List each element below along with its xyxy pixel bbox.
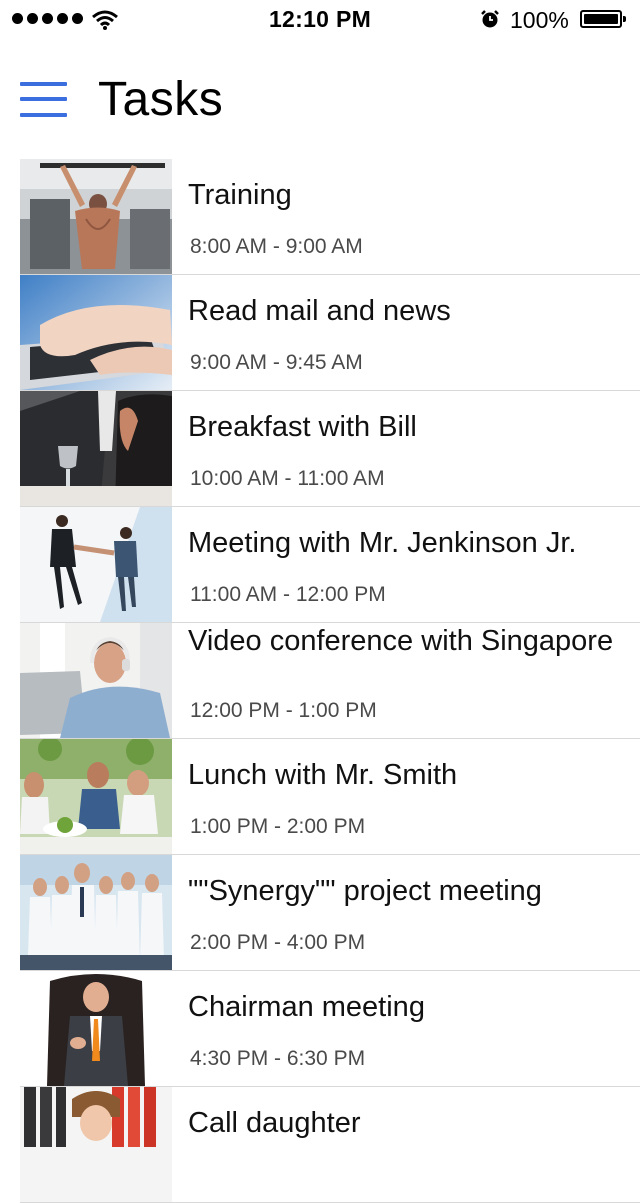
task-list: Training 8:00 AM - 9:00 AM Read mail and… <box>20 159 640 1203</box>
task-row-call-daughter[interactable]: Call daughter <box>20 1087 640 1203</box>
task-title: Chairman meeting <box>188 991 425 1023</box>
task-row-training[interactable]: Training 8:00 AM - 9:00 AM <box>20 159 640 275</box>
task-row-meeting-jenkinson[interactable]: Meeting with Mr. Jenkinson Jr. 11:00 AM … <box>20 507 640 623</box>
laptop-typing-photo <box>20 275 172 390</box>
task-title: Meeting with Mr. Jenkinson Jr. <box>188 527 577 559</box>
alarm-clock-icon <box>480 9 500 29</box>
battery-icon <box>580 10 626 28</box>
task-time: 8:00 AM - 9:00 AM <box>190 235 363 258</box>
task-row-read-mail[interactable]: Read mail and news 9:00 AM - 9:45 AM <box>20 275 640 391</box>
headset-laptop-photo <box>20 623 172 738</box>
task-time: 4:30 PM - 6:30 PM <box>190 1047 366 1070</box>
page-title: Tasks <box>98 73 224 126</box>
status-bar: 12:10 PM 100% <box>0 0 640 40</box>
task-title: Video conference with Singapore <box>188 625 614 657</box>
task-title: ""Synergy"" project meeting <box>188 875 542 907</box>
task-row-lunch[interactable]: Lunch with Mr. Smith 1:00 PM - 2:00 PM <box>20 739 640 855</box>
task-time: 2:00 PM - 4:00 PM <box>190 931 366 954</box>
task-time: 1:00 PM - 2:00 PM <box>190 815 366 838</box>
business-team-photo <box>20 855 172 970</box>
daughter-photo <box>20 1087 172 1202</box>
task-time: 9:00 AM - 9:45 AM <box>190 351 363 374</box>
task-title: Breakfast with Bill <box>188 411 417 443</box>
hamburger-menu-icon[interactable] <box>20 82 68 120</box>
task-title: Lunch with Mr. Smith <box>188 759 458 791</box>
task-time: 10:00 AM - 11:00 AM <box>190 467 385 490</box>
chairman-photo <box>20 971 172 1086</box>
task-time: 11:00 AM - 12:00 PM <box>190 583 386 606</box>
business-breakfast-photo <box>20 391 172 506</box>
task-title: Training <box>188 179 292 211</box>
task-row-breakfast[interactable]: Breakfast with Bill 10:00 AM - 11:00 AM <box>20 391 640 507</box>
task-row-synergy[interactable]: ""Synergy"" project meeting 2:00 PM - 4:… <box>20 855 640 971</box>
gym-pullup-photo <box>20 159 172 274</box>
task-row-video-conference[interactable]: Video conference with Singapore 12:00 PM… <box>20 623 640 739</box>
task-row-chairman[interactable]: Chairman meeting 4:30 PM - 6:30 PM <box>20 971 640 1087</box>
lunch-group-photo <box>20 739 172 854</box>
task-title: Read mail and news <box>188 295 451 327</box>
battery-percent: 100% <box>510 7 569 33</box>
handshake-photo <box>20 507 172 622</box>
task-time: 12:00 PM - 1:00 PM <box>190 699 377 722</box>
